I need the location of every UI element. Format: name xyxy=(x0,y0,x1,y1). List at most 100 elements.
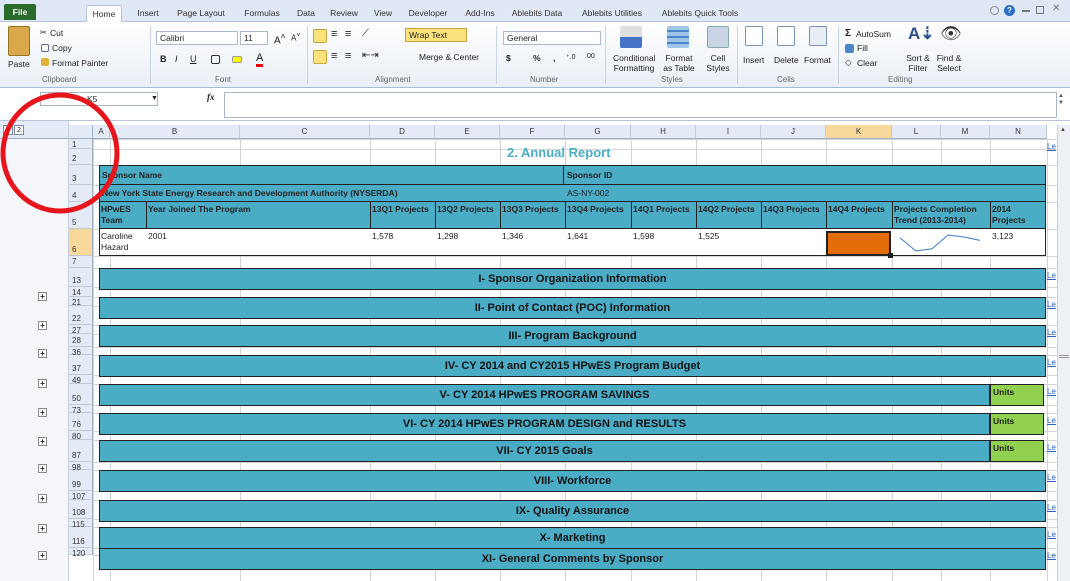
format-as-table-icon[interactable] xyxy=(667,26,689,48)
section-banner[interactable]: IV- CY 2014 and CY2015 HPwES Program Bud… xyxy=(99,355,1046,377)
value-cell-q132[interactable]: 1,298 xyxy=(437,231,458,242)
row-header-99[interactable]: 99 xyxy=(69,470,93,491)
align-top-icon[interactable] xyxy=(313,29,327,43)
outline-expand-icon[interactable]: + xyxy=(38,349,47,358)
font-name-box[interactable]: Calibri xyxy=(156,31,238,45)
link-cell[interactable]: Le xyxy=(1047,530,1056,539)
outline-expand-icon[interactable]: + xyxy=(38,437,47,446)
link-cell[interactable]: Le xyxy=(1047,473,1056,482)
section-banner[interactable]: III- Program Background xyxy=(99,325,1046,347)
formula-input[interactable] xyxy=(224,92,1057,118)
link-cell[interactable]: Le xyxy=(1047,387,1056,396)
help-icon[interactable]: ? xyxy=(1004,5,1015,16)
cell-styles-icon[interactable] xyxy=(707,26,729,48)
fill-handle[interactable] xyxy=(888,253,893,258)
indent-icon[interactable]: ⇤⇥ xyxy=(362,50,379,61)
conditional-formatting-icon[interactable] xyxy=(620,26,642,48)
delete-cells-button[interactable]: Delete xyxy=(774,55,799,65)
close-icon[interactable]: ✕ xyxy=(1052,3,1060,14)
value-cell-q133[interactable]: 1,346 xyxy=(502,231,523,242)
align-middle-icon[interactable]: ≡ xyxy=(331,28,337,40)
orientation-icon[interactable]: ⟋ xyxy=(362,28,369,39)
column-header-g[interactable]: G xyxy=(565,125,631,139)
link-cell[interactable]: Le xyxy=(1047,271,1056,280)
function-icon[interactable]: fx xyxy=(207,92,215,102)
row-header-27[interactable]: 27 xyxy=(69,325,93,335)
link-cell[interactable]: Le xyxy=(1047,328,1056,337)
section-banner[interactable]: II- Point of Contact (POC) Information xyxy=(99,297,1046,319)
font-size-box[interactable]: 11 xyxy=(240,31,268,45)
number-format-box[interactable]: General xyxy=(503,31,601,45)
bold-button[interactable]: B xyxy=(160,54,167,64)
column-header-n[interactable]: N xyxy=(990,125,1047,139)
value-cell-q131[interactable]: 1,578 xyxy=(372,231,393,242)
row-header-73[interactable]: 73 xyxy=(69,405,93,415)
scroll-up-icon[interactable]: ▲ xyxy=(1060,127,1066,133)
delete-cells-icon[interactable] xyxy=(777,26,795,46)
grow-font-icon[interactable]: A˄ xyxy=(274,31,286,46)
conditional-formatting-button[interactable]: Conditional Formatting xyxy=(613,53,656,73)
align-bottom-icon[interactable]: ≡ xyxy=(345,28,351,40)
autosum-button[interactable]: AutoSum xyxy=(856,29,891,39)
link-cell[interactable]: Le xyxy=(1047,416,1056,425)
value-cell-total[interactable]: 3,123 xyxy=(992,231,1013,242)
row-header-108[interactable]: 108 xyxy=(69,500,93,519)
column-header-j[interactable]: J xyxy=(761,125,826,139)
tab-ablebits-utilities[interactable]: Ablebits Utilities xyxy=(576,5,648,22)
row-header-98[interactable]: 98 xyxy=(69,462,93,472)
tab-ablebits-data[interactable]: Ablebits Data xyxy=(508,5,566,22)
sponsor-id-value[interactable]: AS-NY-002 xyxy=(567,188,609,198)
underline-button[interactable]: U xyxy=(190,54,197,64)
section-banner[interactable]: I- Sponsor Organization Information xyxy=(99,268,1046,290)
clear-button[interactable]: Clear xyxy=(857,58,877,68)
row-header-36[interactable]: 36 xyxy=(69,347,93,357)
fill-button[interactable]: Fill xyxy=(857,43,868,53)
column-header-m[interactable]: M xyxy=(941,125,990,139)
link-cell[interactable]: Le xyxy=(1047,551,1056,560)
selected-cell-k5[interactable] xyxy=(826,231,891,256)
row-header-49[interactable]: 49 xyxy=(69,375,93,385)
shrink-font-icon[interactable]: A˅ xyxy=(291,32,300,43)
decrease-decimal-icon[interactable]: .00 xyxy=(585,53,595,60)
format-cells-icon[interactable] xyxy=(809,26,827,46)
section-banner[interactable]: X- Marketing xyxy=(99,527,1046,549)
row-header-37[interactable]: 37 xyxy=(69,355,93,375)
percent-button[interactable]: % xyxy=(533,53,541,63)
format-cells-button[interactable]: Format xyxy=(804,55,831,65)
value-cell-q142[interactable]: 1,525 xyxy=(698,231,719,242)
section-banner[interactable]: VIII- Workforce xyxy=(99,470,1046,492)
italic-button[interactable]: I xyxy=(175,54,178,64)
column-header-c[interactable]: C xyxy=(240,125,370,139)
row-header-22[interactable]: 22 xyxy=(69,306,93,325)
insert-cells-button[interactable]: Insert xyxy=(743,55,764,65)
scroll-thumb[interactable] xyxy=(1059,355,1069,358)
outline-expand-icon[interactable]: + xyxy=(38,524,47,533)
column-header-d[interactable]: D xyxy=(370,125,435,139)
formula-expand-icon[interactable]: ▲ ▼ xyxy=(1058,93,1064,107)
row-header-80[interactable]: 80 xyxy=(69,431,93,441)
sort-filter-icon[interactable]: A⇣ xyxy=(908,24,935,44)
tab-add-ins[interactable]: Add-Ins xyxy=(460,5,500,22)
outline-expand-icon[interactable]: + xyxy=(38,379,47,388)
column-header-f[interactable]: F xyxy=(500,125,565,139)
tab-developer[interactable]: Developer xyxy=(404,5,452,22)
outline-expand-icon[interactable]: + xyxy=(38,321,47,330)
outline-expand-icon[interactable]: + xyxy=(38,464,47,473)
comma-button[interactable]: , xyxy=(553,53,555,63)
column-header-e[interactable]: E xyxy=(435,125,500,139)
tab-review[interactable]: Review xyxy=(327,5,361,22)
tab-page-layout[interactable]: Page Layout xyxy=(171,5,231,22)
tab-ablebits-quick-tools[interactable]: Ablebits Quick Tools xyxy=(656,5,744,22)
row-header-50[interactable]: 50 xyxy=(69,384,93,405)
merge-center-button[interactable]: Merge & Center xyxy=(405,52,479,62)
restore-icon[interactable] xyxy=(1036,6,1044,14)
link-cell[interactable]: Le xyxy=(1047,503,1056,512)
ribbon-collapse-icon[interactable] xyxy=(990,6,999,15)
minimize-icon[interactable] xyxy=(1022,10,1030,12)
borders-icon[interactable] xyxy=(211,55,220,64)
link-cell[interactable]: Le xyxy=(1047,300,1056,309)
find-select-button[interactable]: Find & Select xyxy=(934,53,964,73)
section-banner[interactable]: V- CY 2014 HPwES PROGRAM SAVINGS xyxy=(99,384,990,406)
section-banner[interactable]: VI- CY 2014 HPwES PROGRAM DESIGN and RES… xyxy=(99,413,990,435)
insert-cells-icon[interactable] xyxy=(745,26,763,46)
